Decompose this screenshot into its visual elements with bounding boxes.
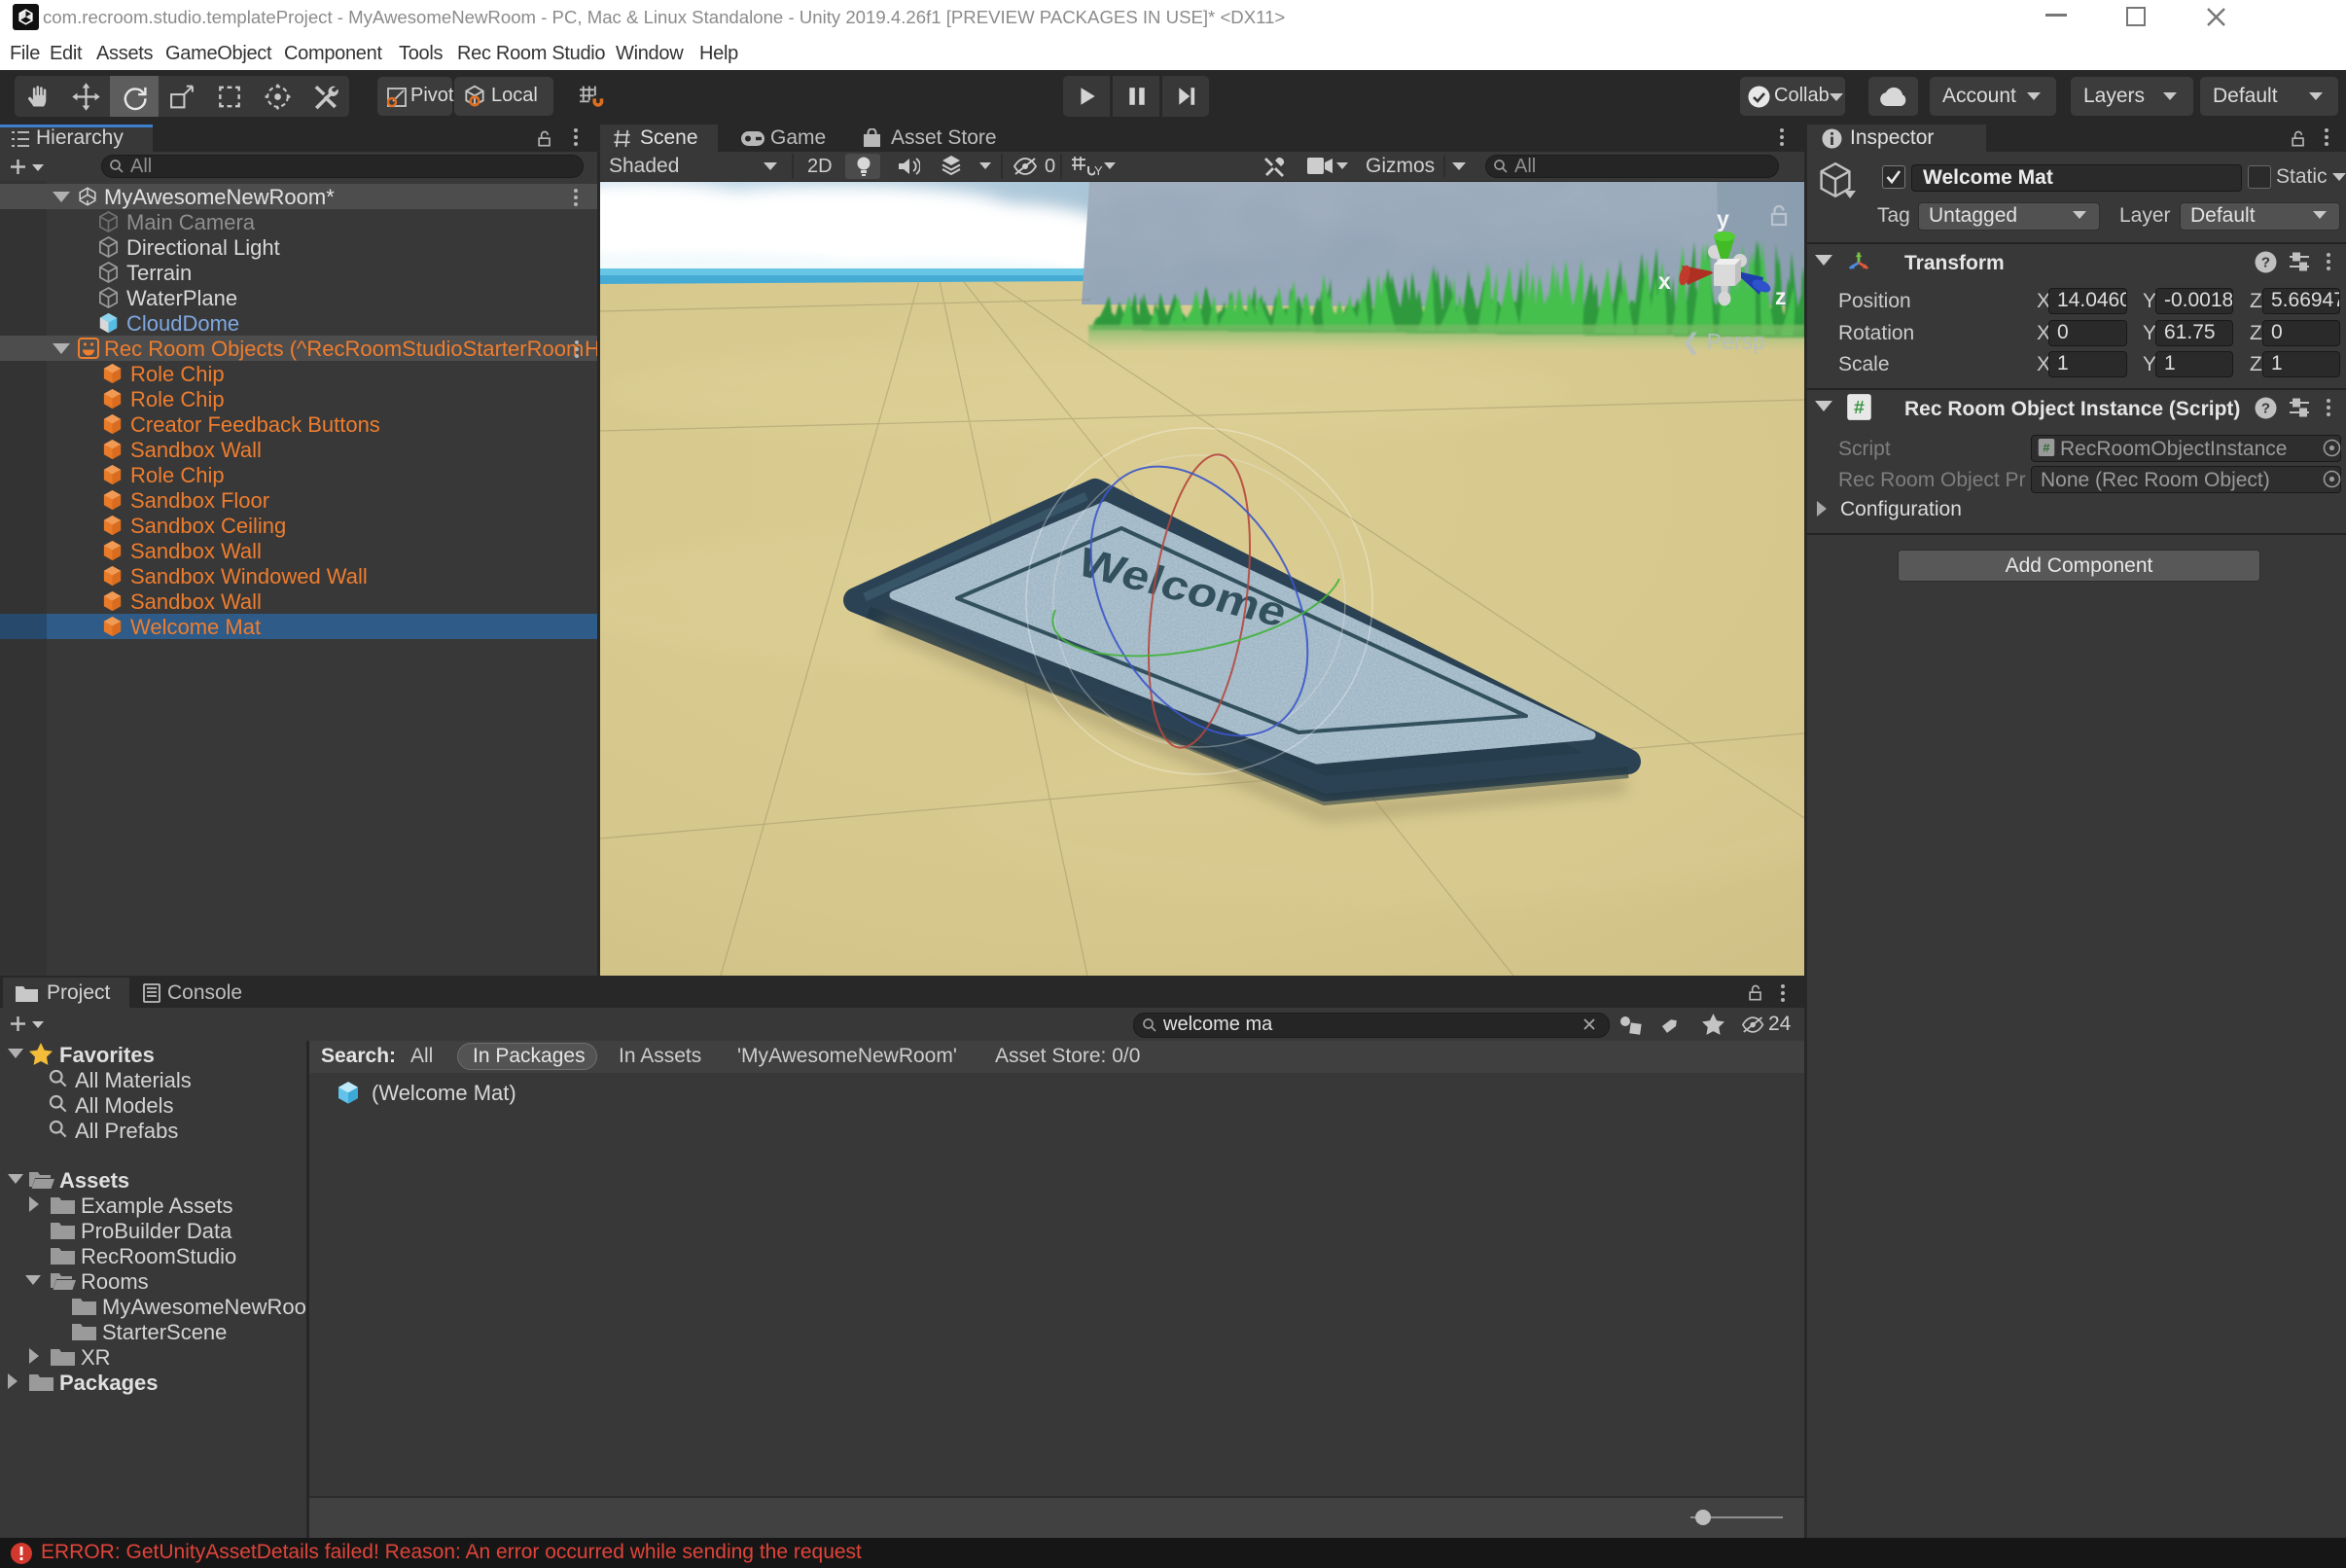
svg-text:?: ? <box>2261 401 2270 417</box>
svg-text:z: z <box>1775 284 1787 309</box>
svg-text:?: ? <box>2261 255 2270 271</box>
svg-text:y: y <box>1717 206 1729 232</box>
svg-text:#: # <box>2043 442 2050 456</box>
svg-text:❮ Persp: ❮ Persp <box>1682 329 1765 355</box>
svg-text:#: # <box>1854 398 1865 419</box>
svg-text:x: x <box>1658 268 1671 294</box>
